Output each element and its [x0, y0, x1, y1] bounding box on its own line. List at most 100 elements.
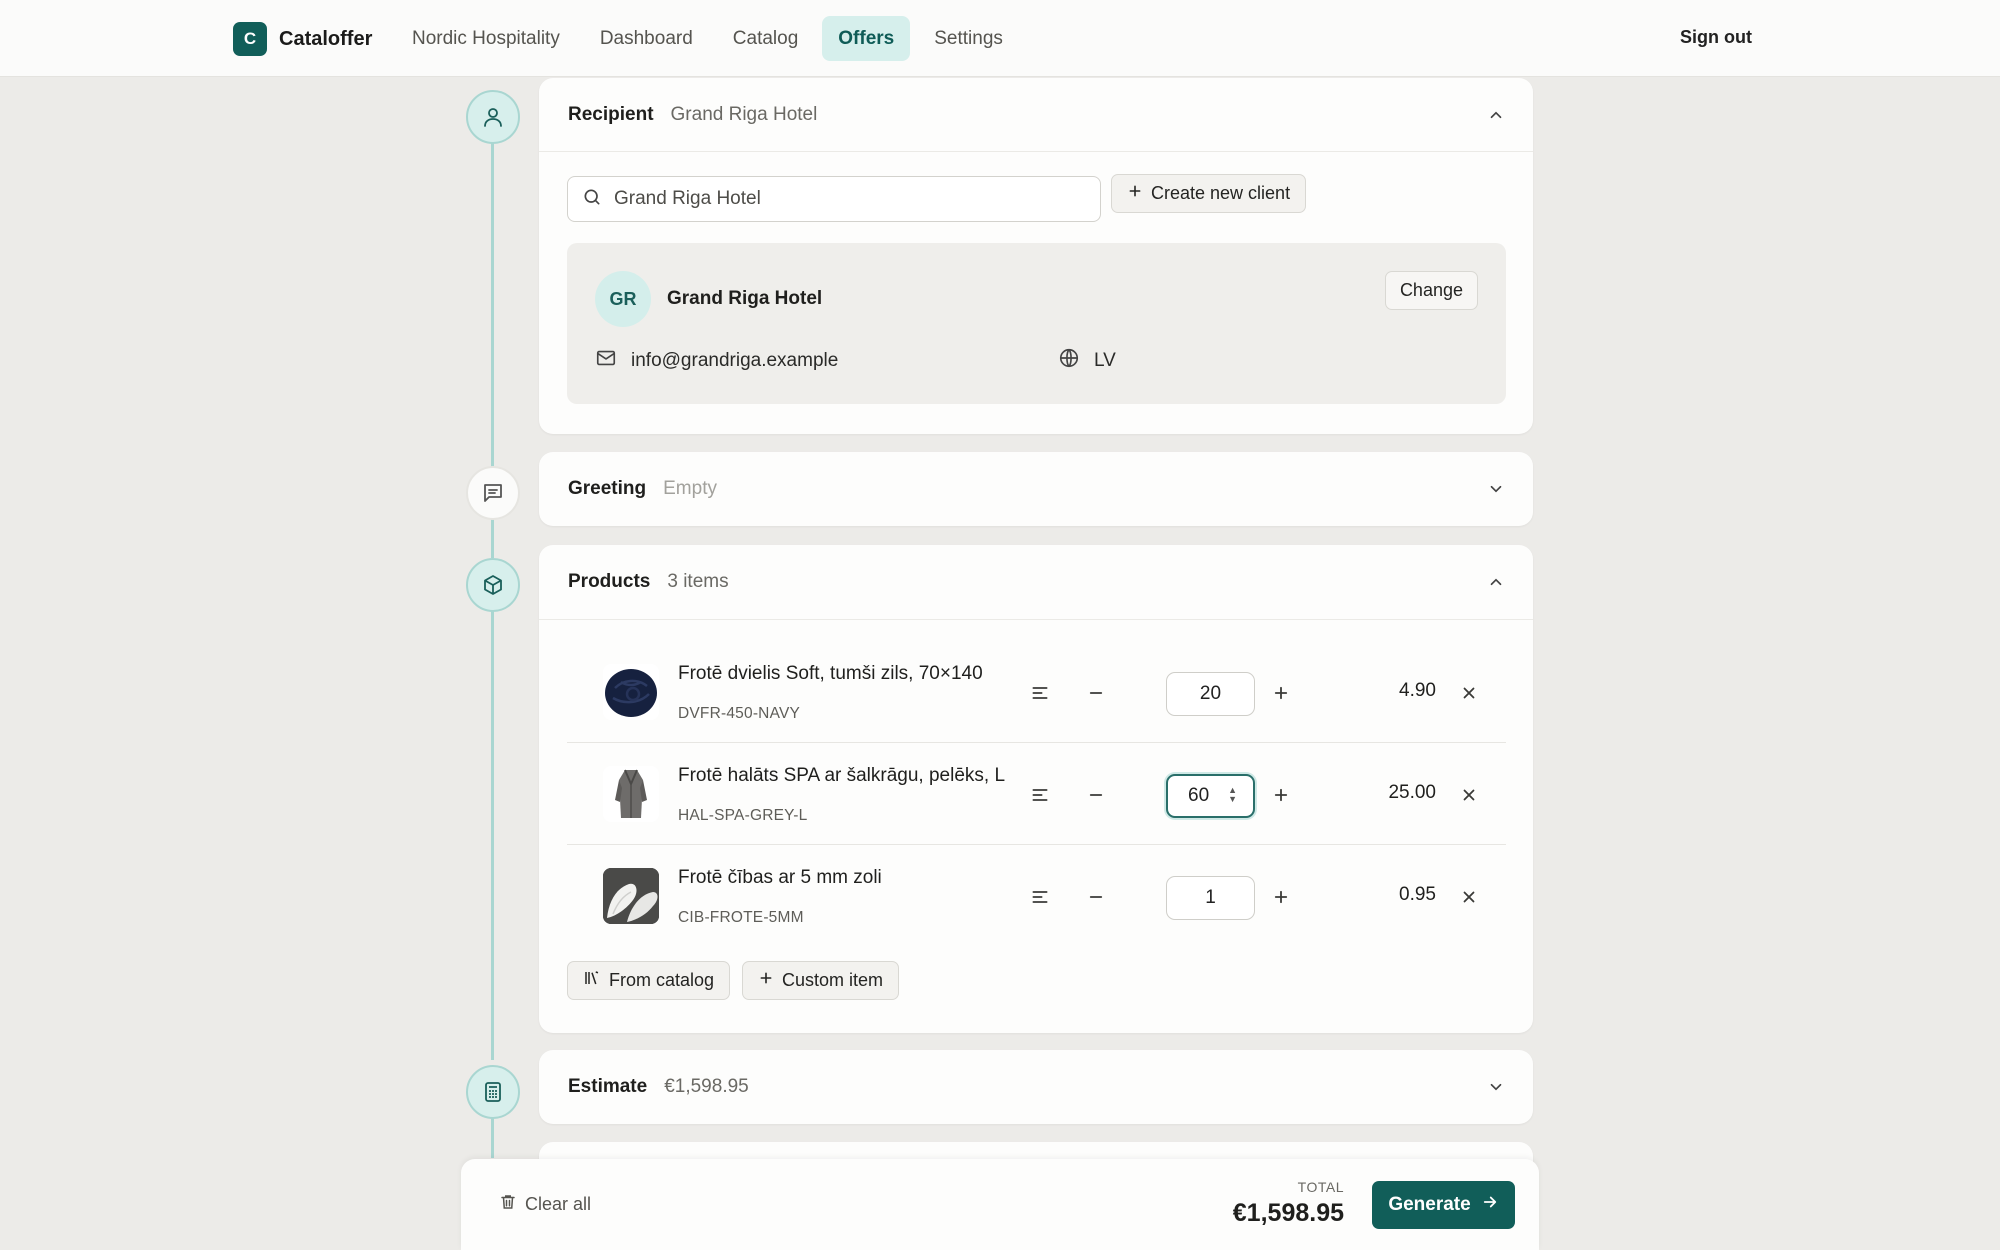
- products-card: Products 3 items Frotē dvielis Soft, tum…: [539, 545, 1533, 1033]
- estimate-header[interactable]: Estimate €1,598.95: [539, 1050, 1533, 1124]
- nav-org-switcher[interactable]: Nordic Hospitality: [396, 16, 576, 61]
- quantity-value: 60: [1188, 785, 1210, 806]
- chevron-down-icon[interactable]: [1487, 480, 1505, 503]
- custom-item-label: Custom item: [782, 970, 884, 990]
- app-name: Cataloffer: [279, 27, 373, 50]
- increase-quantity-button[interactable]: [1266, 780, 1296, 810]
- chevron-up-icon[interactable]: [1487, 573, 1505, 596]
- timeline-rail: [491, 610, 494, 1060]
- increase-quantity-button[interactable]: [1266, 882, 1296, 912]
- plus-icon: [758, 970, 774, 991]
- globe-icon: [1058, 347, 1080, 375]
- client-email-text: info@grandriga.example: [631, 350, 839, 371]
- product-thumbnail-navy-towel: [603, 664, 659, 720]
- total-label: TOTAL: [1297, 1179, 1344, 1195]
- recipient-card: Recipient Grand Riga Hotel Create new cl…: [539, 78, 1533, 434]
- product-name: Frotē čības ar 5 mm zoli: [678, 867, 882, 888]
- increase-quantity-button[interactable]: [1266, 678, 1296, 708]
- offer-footer-bar: Clear all TOTAL €1,598.95 Generate: [461, 1159, 1539, 1250]
- products-count: 3 items: [667, 571, 729, 592]
- decrease-quantity-button[interactable]: [1081, 882, 1111, 912]
- brand[interactable]: C Cataloffer: [233, 22, 372, 56]
- product-name: Frotē dvielis Soft, tumši zils, 70×140: [678, 663, 983, 684]
- products-title: Products: [568, 571, 651, 592]
- timeline-rail: [491, 1118, 494, 1158]
- top-navigation-bar: C Cataloffer Nordic Hospitality Dashboar…: [0, 0, 2000, 77]
- product-price: 0.95: [1399, 884, 1436, 905]
- client-country-text: LV: [1094, 350, 1116, 371]
- greeting-title: Greeting: [568, 478, 647, 499]
- product-thumbnail-white-slippers: [603, 868, 659, 924]
- estimate-title: Estimate: [568, 1076, 648, 1097]
- product-sku: CIB-FROTE-5MM: [678, 909, 804, 926]
- mail-icon: [595, 347, 617, 375]
- client-search-input[interactable]: [567, 176, 1101, 222]
- change-client-button[interactable]: Change: [1384, 271, 1478, 310]
- step-products-icon: [466, 558, 520, 612]
- step-greeting-icon: [466, 466, 520, 520]
- total-value: €1,598.95: [1232, 1199, 1344, 1227]
- books-icon: [583, 969, 601, 992]
- client-name: Grand Riga Hotel: [667, 288, 823, 309]
- product-name: Frotē halāts SPA ar šalkrāgu, pelēks, L: [678, 765, 1006, 786]
- from-catalog-button[interactable]: From catalog: [567, 961, 731, 1000]
- chevron-down-icon[interactable]: [1487, 1078, 1505, 1101]
- notes-lines-icon[interactable]: [1025, 780, 1055, 810]
- product-sku: HAL-SPA-GREY-L: [678, 807, 808, 824]
- notes-lines-icon[interactable]: [1025, 678, 1055, 708]
- nav-catalog[interactable]: Catalog: [717, 16, 815, 61]
- product-price: 25.00: [1388, 782, 1436, 803]
- from-catalog-label: From catalog: [609, 970, 715, 990]
- nav-settings[interactable]: Settings: [918, 16, 1019, 61]
- notes-lines-icon[interactable]: [1025, 882, 1055, 912]
- client-search-field[interactable]: [614, 188, 1074, 210]
- spinner-arrows-icon[interactable]: ▲ ▼: [1228, 786, 1237, 804]
- clear-all-label: Clear all: [525, 1194, 592, 1214]
- product-sku: DVFR-450-NAVY: [678, 705, 801, 722]
- client-avatar: GR: [595, 271, 651, 327]
- arrow-right-icon: [1481, 1193, 1499, 1217]
- quantity-input[interactable]: 1: [1166, 876, 1255, 920]
- product-row: Frotē čības ar 5 mm zoli CIB-FROTE-5MM 1…: [567, 846, 1506, 947]
- main-nav: Nordic Hospitality Dashboard Catalog Off…: [396, 16, 1019, 61]
- search-icon: [582, 187, 602, 212]
- create-new-client-label: Create new client: [1151, 183, 1291, 203]
- product-thumbnail-grey-robe: [603, 766, 659, 822]
- products-header[interactable]: Products 3 items: [539, 545, 1533, 620]
- create-new-client-button[interactable]: Create new client: [1111, 174, 1307, 213]
- step-estimate-icon: [466, 1065, 520, 1119]
- greeting-card: Greeting Empty: [539, 452, 1533, 526]
- plus-icon: [1127, 183, 1143, 204]
- quantity-input[interactable]: 20: [1166, 672, 1255, 716]
- product-price: 4.90: [1399, 680, 1436, 701]
- recipient-summary: Grand Riga Hotel: [670, 103, 818, 125]
- chevron-up-icon[interactable]: [1487, 106, 1505, 129]
- product-row: Frotē dvielis Soft, tumši zils, 70×140 D…: [567, 642, 1506, 743]
- timeline-rail: [491, 518, 494, 558]
- client-email: info@grandriga.example: [595, 347, 838, 375]
- estimate-amount: €1,598.95: [664, 1076, 749, 1097]
- recipient-header[interactable]: Recipient Grand Riga Hotel: [539, 78, 1533, 152]
- decrease-quantity-button[interactable]: [1081, 678, 1111, 708]
- product-row: Frotē halāts SPA ar šalkrāgu, pelēks, L …: [567, 744, 1506, 845]
- remove-item-x-icon[interactable]: [1454, 780, 1484, 810]
- client-country: LV: [1058, 347, 1116, 375]
- quantity-input-focused[interactable]: 60 ▲ ▼: [1166, 774, 1255, 818]
- nav-offers[interactable]: Offers: [822, 16, 911, 61]
- remove-item-x-icon[interactable]: [1454, 882, 1484, 912]
- remove-item-x-icon[interactable]: [1454, 678, 1484, 708]
- decrease-quantity-button[interactable]: [1081, 780, 1111, 810]
- estimate-card: Estimate €1,598.95: [539, 1050, 1533, 1124]
- generate-button[interactable]: Generate: [1372, 1181, 1515, 1229]
- timeline-rail: [491, 114, 494, 472]
- trash-icon: [499, 1193, 517, 1216]
- greeting-summary: Empty: [663, 478, 717, 499]
- nav-dashboard[interactable]: Dashboard: [584, 16, 709, 61]
- step-recipient-icon: [466, 90, 520, 144]
- app-logo: C: [233, 22, 267, 56]
- clear-all-button[interactable]: Clear all: [499, 1193, 591, 1216]
- selected-client-panel: GR Grand Riga Hotel Change info@grandrig…: [567, 243, 1506, 404]
- greeting-header[interactable]: Greeting Empty: [539, 452, 1533, 526]
- custom-item-button[interactable]: Custom item: [742, 961, 900, 1000]
- sign-out-link[interactable]: Sign out: [1680, 27, 1752, 48]
